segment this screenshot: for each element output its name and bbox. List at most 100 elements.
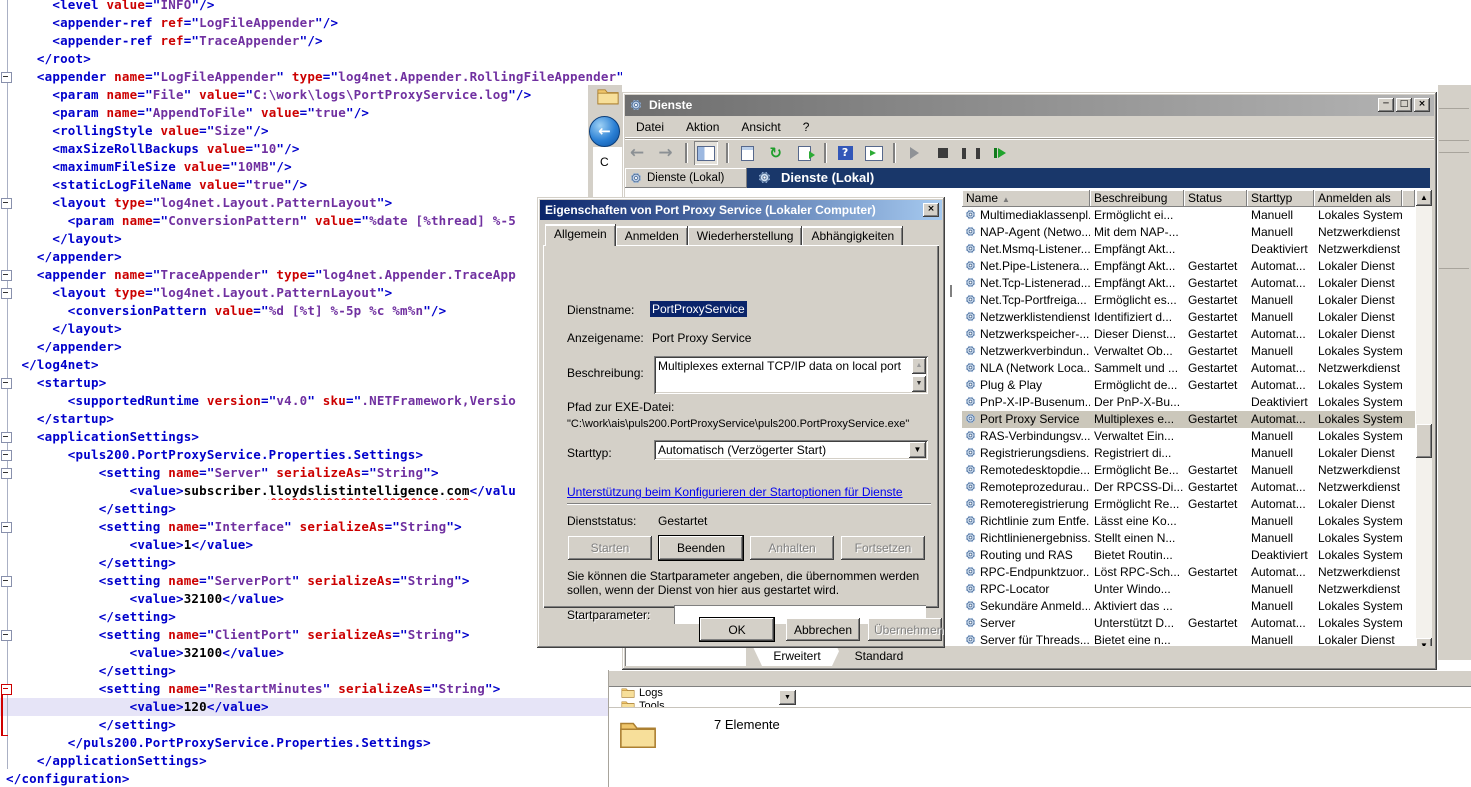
service-row[interactable]: Richtlinienergebniss...Stellt einen N...… bbox=[962, 530, 1415, 547]
service-gear-icon bbox=[964, 327, 977, 340]
start-service-icon[interactable] bbox=[902, 141, 926, 165]
refresh-icon[interactable]: ↻ bbox=[764, 141, 788, 165]
splitter-handle[interactable] bbox=[950, 285, 952, 297]
code-editor[interactable]: <level value="INFO"/> <appender-ref ref=… bbox=[0, 0, 622, 787]
anhalten-button[interactable]: Anhalten bbox=[750, 536, 834, 560]
console-tree-item-dienste-lokal[interactable]: Dienste (Lokal) bbox=[625, 168, 747, 188]
service-row[interactable]: Netzwerkverbindun...Verwaltet Ob...Gesta… bbox=[962, 343, 1415, 360]
back-icon[interactable]: ← bbox=[625, 141, 649, 165]
service-row[interactable]: RPC-Endpunktzuor...Löst RPC-Sch...Gestar… bbox=[962, 564, 1415, 581]
service-row[interactable]: Net.Msmq-Listener...Empfängt Akt...Deakt… bbox=[962, 241, 1415, 258]
fold-marker-icon[interactable] bbox=[1, 198, 12, 209]
stop-service-icon[interactable] bbox=[931, 141, 955, 165]
fold-marker-icon[interactable] bbox=[1, 378, 12, 389]
fold-marker-icon[interactable] bbox=[1, 72, 12, 83]
services-titlebar[interactable]: Dienste ─□× bbox=[625, 95, 1434, 116]
tab-erweitert[interactable]: Erweitert bbox=[753, 647, 841, 666]
scroll-up-icon[interactable]: ▲ bbox=[912, 358, 926, 374]
export-list-icon[interactable] bbox=[792, 141, 816, 165]
extended-view-icon[interactable] bbox=[862, 141, 886, 165]
changed-lines-marker bbox=[1, 694, 8, 736]
fold-marker-icon[interactable] bbox=[1, 270, 12, 281]
dialog-titlebar[interactable]: Eigenschaften von Port Proxy Service (Lo… bbox=[540, 200, 942, 220]
chevron-down-icon[interactable]: ▼ bbox=[909, 442, 926, 458]
service-row[interactable]: PnP-X-IP-Busenum...Der PnP-X-Bu...Deakti… bbox=[962, 394, 1415, 411]
fold-marker-icon[interactable] bbox=[1, 576, 12, 587]
cell: Deaktiviert bbox=[1247, 241, 1314, 258]
service-row[interactable]: Plug & PlayErmöglicht de...GestartetAuto… bbox=[962, 377, 1415, 394]
maximize-button[interactable]: □ bbox=[1396, 98, 1412, 112]
column-header-starttyp[interactable]: Starttyp bbox=[1247, 190, 1314, 207]
service-row[interactable]: NLA (Network Loca...Sammelt und ...Gesta… bbox=[962, 360, 1415, 377]
service-row[interactable]: NetzwerklistendienstIdentifiziert d...Ge… bbox=[962, 309, 1415, 326]
close-icon[interactable]: × bbox=[923, 203, 939, 217]
service-row[interactable]: RAS-Verbindungsv...Verwaltet Ein...Manue… bbox=[962, 428, 1415, 445]
help-icon[interactable]: ? bbox=[833, 141, 857, 165]
fold-marker-icon[interactable] bbox=[1, 522, 12, 533]
forward-icon[interactable]: → bbox=[653, 141, 677, 165]
menu-item-[interactable]: ? bbox=[792, 116, 821, 138]
service-row[interactable]: Sekundäre Anmeld...Aktiviert das ...Manu… bbox=[962, 598, 1415, 615]
service-row[interactable]: Registrierungsdiens...Registriert di...M… bbox=[962, 445, 1415, 462]
scroll-up-icon[interactable]: ▲ bbox=[1416, 190, 1432, 206]
fold-marker-icon[interactable] bbox=[1, 432, 12, 443]
fortsetzen-button[interactable]: Fortsetzen bbox=[841, 536, 925, 560]
scroll-down-icon[interactable]: ▼ bbox=[912, 376, 926, 392]
fold-marker-icon[interactable] bbox=[1, 288, 12, 299]
service-row[interactable]: Routing und RASBietet Routin...Deaktivie… bbox=[962, 547, 1415, 564]
code-line: <appender name="TraceAppender" type="log… bbox=[0, 266, 622, 284]
abbrechen-button[interactable]: Abbrechen bbox=[786, 618, 860, 641]
tab-allgemein[interactable]: Allgemein bbox=[545, 224, 616, 246]
beenden-button[interactable]: Beenden bbox=[659, 536, 743, 560]
code-line: <rollingStyle value="Size"/> bbox=[0, 122, 622, 140]
minimize-button[interactable]: ─ bbox=[1378, 98, 1394, 112]
starten-button[interactable]: Starten bbox=[568, 536, 652, 560]
startoptions-help-link[interactable]: Unterstützung beim Konfigurieren der Sta… bbox=[567, 485, 903, 499]
restart-service-icon[interactable] bbox=[988, 141, 1012, 165]
service-row[interactable]: Net.Tcp-Listenerad...Empfängt Akt...Gest… bbox=[962, 275, 1415, 292]
tab-abhngigkeiten[interactable]: Abhängigkeiten bbox=[802, 226, 903, 246]
service-row[interactable]: Multimediaklassenpl...Ermöglicht ei...Ma… bbox=[962, 207, 1415, 224]
service-row[interactable]: Remoteprozedurau...Der RPCSS-Di...Gestar… bbox=[962, 479, 1415, 496]
back-icon[interactable]: ← bbox=[589, 116, 620, 147]
uebernehmen-button[interactable]: Übernehmen bbox=[868, 618, 942, 641]
tab-wiederherstellung[interactable]: Wiederherstellung bbox=[688, 226, 803, 246]
service-row[interactable]: Netzwerkspeicher-...Dieser Dienst...Gest… bbox=[962, 326, 1415, 343]
ok-button[interactable]: OK bbox=[700, 618, 774, 641]
column-header-name[interactable]: Name▲ bbox=[962, 190, 1090, 207]
menu-item-datei[interactable]: Datei bbox=[625, 116, 675, 138]
service-row[interactable]: Richtlinie zum Entfe...Lässt eine Ko...M… bbox=[962, 513, 1415, 530]
vertical-scrollbar[interactable]: ▲ ▼ bbox=[1416, 190, 1432, 654]
column-header-status[interactable]: Status bbox=[1184, 190, 1247, 207]
menu-item-ansicht[interactable]: Ansicht bbox=[730, 116, 791, 138]
pause-service-icon[interactable] bbox=[959, 141, 983, 165]
fold-marker-icon[interactable] bbox=[1, 468, 12, 479]
show-console-tree-icon[interactable] bbox=[694, 141, 718, 165]
service-row[interactable]: RemoteregistrierungErmöglicht Re...Gesta… bbox=[962, 496, 1415, 513]
folder-item[interactable]: Logs bbox=[621, 687, 663, 700]
tab-anmelden[interactable]: Anmelden bbox=[616, 226, 688, 246]
service-row[interactable]: ServerUnterstützt D...GestartetAutomat..… bbox=[962, 615, 1415, 632]
service-row-selected[interactable]: Port Proxy ServiceMultiplexes e...Gestar… bbox=[962, 411, 1415, 428]
menu-item-aktion[interactable]: Aktion bbox=[675, 116, 730, 138]
fold-marker-icon[interactable] bbox=[1, 630, 12, 641]
close-button[interactable]: × bbox=[1414, 98, 1430, 112]
fold-marker-icon[interactable] bbox=[1, 684, 12, 695]
tab-standard[interactable]: Standard bbox=[837, 647, 921, 666]
beschreibung-textarea[interactable]: Multiplexes external TCP/IP data on loca… bbox=[654, 356, 928, 394]
service-row[interactable]: NAP-Agent (Netwo...Mit dem NAP-...Manuel… bbox=[962, 224, 1415, 241]
column-header-anmelden-als[interactable]: Anmelden als bbox=[1314, 190, 1402, 207]
service-row[interactable]: RPC-LocatorUnter Windo...ManuellNetzwerk… bbox=[962, 581, 1415, 598]
dienstname-value[interactable]: PortProxyService bbox=[650, 301, 747, 317]
properties-icon[interactable] bbox=[735, 141, 759, 165]
fold-marker-icon[interactable] bbox=[1, 450, 12, 461]
folder-item[interactable]: Tools bbox=[621, 700, 665, 707]
service-row[interactable]: Remotedesktopdie...Ermöglicht Be...Gesta… bbox=[962, 462, 1415, 479]
starttyp-select[interactable]: Automatisch (Verzögerter Start) ▼ bbox=[654, 440, 928, 460]
service-row[interactable]: Net.Tcp-Portfreiga...Ermöglicht es...Ges… bbox=[962, 292, 1415, 309]
startparameter-note: Sie können die Startparameter angeben, d… bbox=[567, 569, 935, 597]
column-header-beschreibung[interactable]: Beschreibung bbox=[1090, 190, 1184, 207]
service-row[interactable]: Net.Pipe-Listenera...Empfängt Akt...Gest… bbox=[962, 258, 1415, 275]
scrollbar-thumb[interactable] bbox=[1416, 424, 1432, 458]
combo-dropdown-button[interactable]: ▼ bbox=[779, 690, 796, 705]
